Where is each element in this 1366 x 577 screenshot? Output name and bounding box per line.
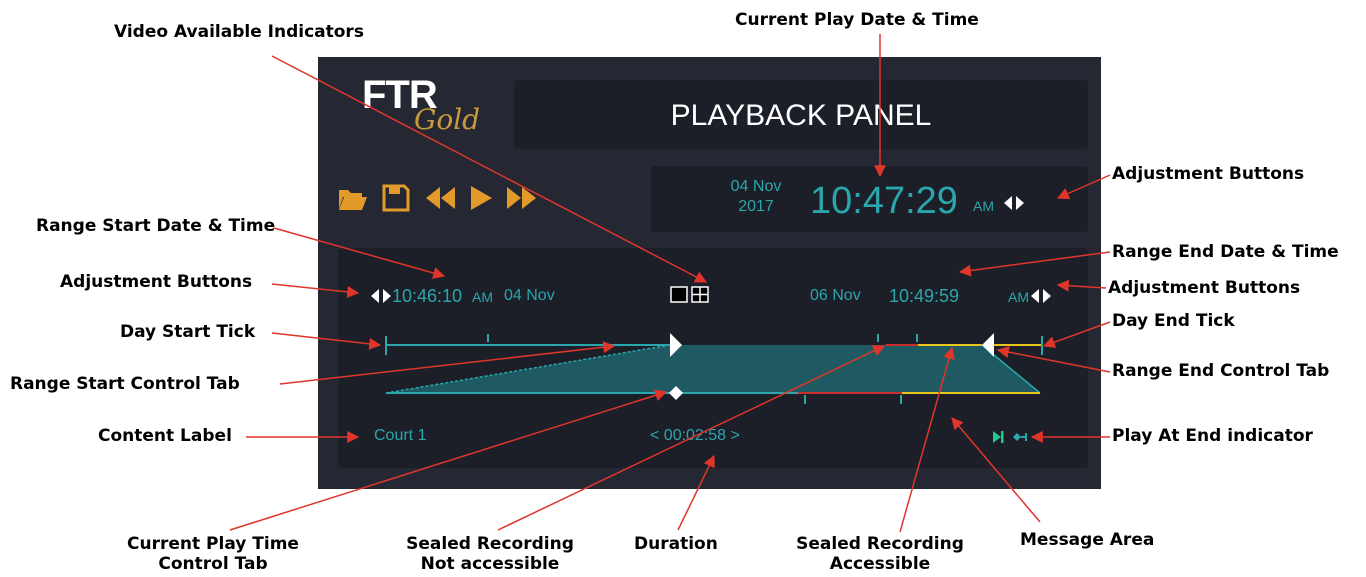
callout-line: Sealed Recording <box>406 534 574 554</box>
callout-current-play-tab: Current Play Time Control Tab <box>108 534 318 574</box>
callout-range-start-datetime: Range Start Date & Time <box>36 216 276 236</box>
callout-day-end-tick: Day End Tick <box>1112 311 1235 331</box>
callout-line: Current Play Time <box>127 534 299 554</box>
callout-adjustment-top: Adjustment Buttons <box>1112 164 1305 184</box>
content-waveform <box>386 345 1040 393</box>
callout-range-start-tab: Range Start Control Tab <box>10 374 240 394</box>
content-label: Court 1 <box>374 427 427 444</box>
callout-line: Sealed Recording <box>796 534 964 554</box>
callout-day-start-tick: Day Start Tick <box>120 322 256 342</box>
duration[interactable]: < 00:02:58 > <box>650 427 740 445</box>
callout-current-play-datetime: Current Play Date & Time <box>735 10 979 30</box>
callout-line: Accessible <box>829 554 931 574</box>
callout-line: Control Tab <box>158 554 268 574</box>
play-at-end-icon <box>993 431 1027 443</box>
callout-sealed-not-accessible: Sealed Recording Not accessible <box>390 534 590 574</box>
callout-adjustment-right: Adjustment Buttons <box>1108 278 1301 298</box>
callout-video-available: Video Available Indicators <box>114 22 364 42</box>
callout-duration: Duration <box>634 534 718 554</box>
callout-message-area: Message Area <box>1020 530 1155 550</box>
callout-range-end-datetime: Range End Date & Time <box>1112 242 1339 262</box>
timeline-graphic <box>385 333 1043 404</box>
callout-content-label: Content Label <box>98 426 232 446</box>
callout-play-at-end: Play At End indicator <box>1112 426 1313 446</box>
playback-panel: FTR Gold PLAYBACK PANEL 04 Nov 2017 10:4… <box>318 57 1101 489</box>
play-at-end-indicator[interactable] <box>992 429 1028 445</box>
callout-line: Not accessible <box>420 554 560 574</box>
callout-range-end-tab: Range End Control Tab <box>1112 361 1330 381</box>
callout-adjustment-left: Adjustment Buttons <box>60 272 253 292</box>
callout-sealed-accessible: Sealed Recording Accessible <box>780 534 980 574</box>
